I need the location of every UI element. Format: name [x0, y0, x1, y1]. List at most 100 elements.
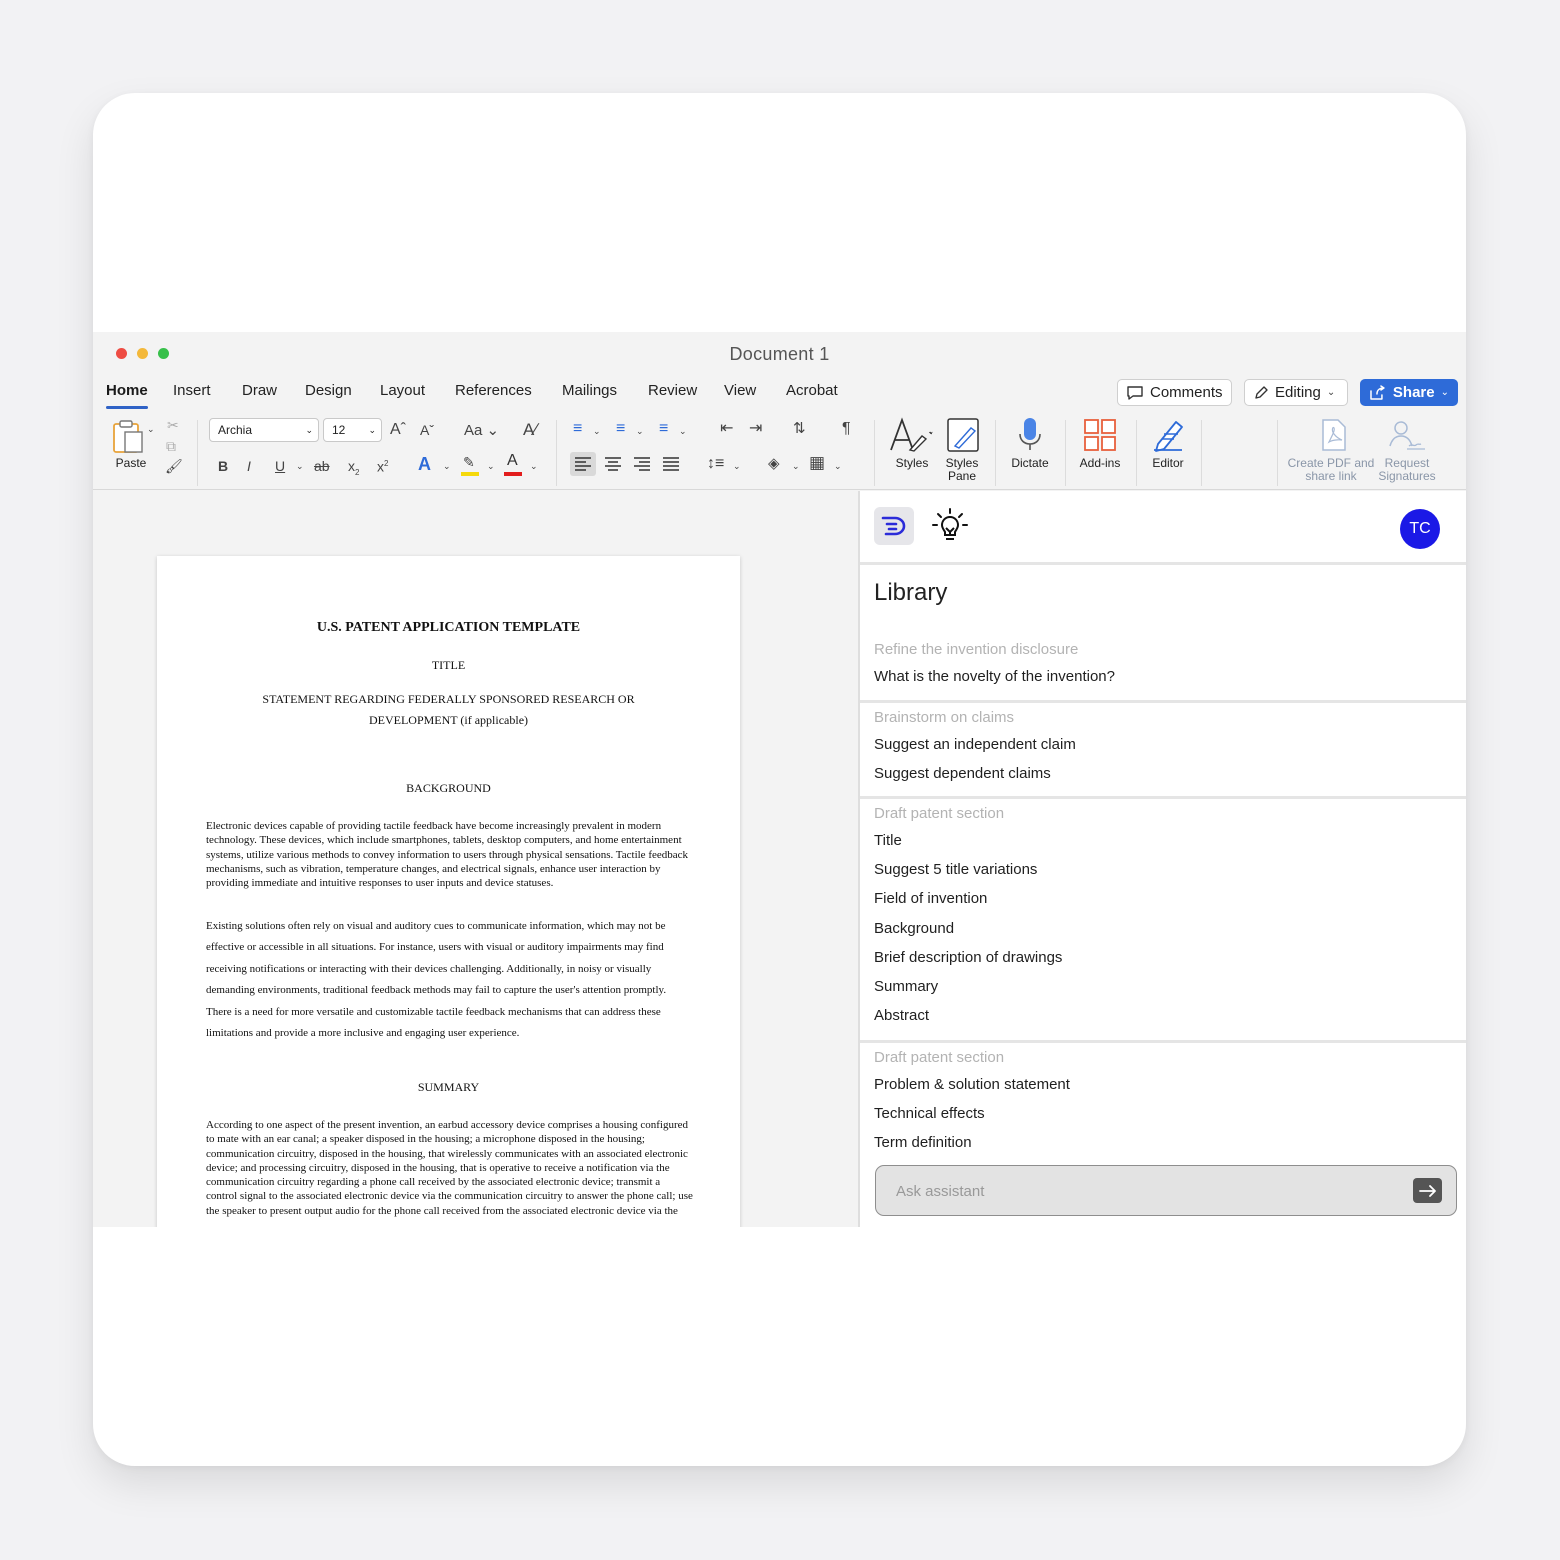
comments-label: Comments: [1150, 384, 1223, 401]
line-spacing-icon[interactable]: ↕≡: [707, 455, 724, 473]
doc-paragraph: Existing solutions often rely on visual …: [206, 920, 667, 1040]
tab-design[interactable]: Design: [305, 382, 352, 399]
avatar[interactable]: TC: [1400, 509, 1440, 549]
chevron-down-icon[interactable]: ⌄: [530, 457, 538, 475]
library-item[interactable]: What is the novelty of the invention?: [874, 668, 1115, 685]
library-item[interactable]: Abstract: [874, 1007, 929, 1024]
section-claims: Brainstorm on claims Suggest an independ…: [860, 703, 1466, 799]
tab-draw[interactable]: Draw: [242, 382, 277, 399]
chevron-down-icon[interactable]: ⌄: [792, 457, 800, 475]
library-item[interactable]: Problem & solution statement: [874, 1076, 1070, 1093]
share-icon: [1370, 384, 1385, 400]
library-item[interactable]: Field of invention: [874, 890, 987, 907]
library-item[interactable]: Technical effects: [874, 1105, 985, 1122]
section-refine: Refine the invention disclosure What is …: [860, 621, 1466, 703]
addins-button[interactable]: [1083, 416, 1117, 456]
font-name-select[interactable]: Archia ⌄: [209, 418, 319, 442]
create-pdf-button[interactable]: [1318, 418, 1352, 454]
cut-icon[interactable]: ✂: [167, 416, 179, 434]
pdf-file-icon: [1322, 419, 1346, 451]
italic-icon[interactable]: I: [247, 457, 251, 475]
library-item[interactable]: Suggest an independent claim: [874, 736, 1076, 753]
chevron-down-icon[interactable]: ⌄: [296, 457, 304, 475]
section-heading: Draft patent section: [874, 1049, 1005, 1066]
decrease-indent-icon[interactable]: ⇤: [720, 420, 733, 438]
dictate-button[interactable]: [1013, 416, 1047, 456]
tab-references[interactable]: References: [455, 382, 532, 399]
copy-icon[interactable]: ⧉: [166, 437, 176, 455]
chevron-down-icon[interactable]: ⌄: [927, 422, 935, 440]
tab-view[interactable]: View: [724, 382, 756, 399]
library-item[interactable]: Background: [874, 920, 954, 937]
tab-layout[interactable]: Layout: [380, 382, 425, 399]
bold-icon[interactable]: B: [218, 457, 228, 475]
align-left-button[interactable]: [570, 452, 596, 476]
tab-mailings[interactable]: Mailings: [562, 382, 617, 399]
superscript-icon[interactable]: x2: [377, 455, 388, 476]
highlight-icon[interactable]: ✎: [461, 454, 479, 476]
multilevel-list-icon[interactable]: ≡: [659, 420, 668, 438]
chevron-down-icon[interactable]: ⌄: [443, 457, 451, 475]
editor-button[interactable]: [1150, 416, 1188, 456]
doc-paragraph: Electronic devices capable of providing …: [206, 820, 689, 890]
increase-indent-icon[interactable]: ⇥: [749, 420, 762, 438]
borders-icon[interactable]: ▦: [809, 454, 825, 472]
shrink-font-icon[interactable]: Aˇ: [420, 421, 434, 439]
grow-font-icon[interactable]: Aˆ: [390, 421, 406, 439]
sort-icon[interactable]: ⇅: [793, 420, 806, 438]
editing-mode-button[interactable]: Editing ⌄: [1244, 379, 1348, 406]
text-effects-icon[interactable]: A: [418, 455, 431, 473]
request-signatures-button[interactable]: [1387, 418, 1427, 454]
section-heading: Refine the invention disclosure: [874, 641, 1079, 658]
library-title: Library: [874, 579, 948, 606]
chevron-down-icon[interactable]: ⌄: [487, 457, 495, 475]
pencil-icon: [1255, 385, 1268, 399]
document-canvas[interactable]: U.S. PATENT APPLICATION TEMPLATE TITLE S…: [93, 491, 858, 1227]
align-left-icon: [575, 457, 591, 471]
section-heading: Brainstorm on claims: [874, 709, 1015, 726]
change-case-icon[interactable]: Aa ⌄: [464, 422, 499, 440]
chevron-down-icon[interactable]: ⌄: [679, 422, 687, 440]
font-size-select[interactable]: 12 ⌄: [323, 418, 382, 442]
word-window: Document 1 Home Insert Draw Design Layou…: [93, 332, 1466, 1227]
tab-review[interactable]: Review: [648, 382, 697, 399]
align-right-icon[interactable]: [633, 457, 651, 471]
lightbulb-icon[interactable]: [932, 508, 968, 544]
comments-button[interactable]: Comments: [1117, 379, 1232, 406]
library-item[interactable]: Brief description of drawings: [874, 949, 1062, 966]
library-item[interactable]: Suggest 5 title variations: [874, 861, 1037, 878]
library-item[interactable]: Summary: [874, 978, 938, 995]
assistant-logo-button[interactable]: [874, 507, 914, 545]
tab-insert[interactable]: Insert: [173, 382, 211, 399]
section-heading: Draft patent section: [874, 805, 1005, 822]
share-button[interactable]: Share ⌄: [1360, 379, 1458, 406]
library-item[interactable]: Title: [874, 832, 902, 849]
chevron-down-icon[interactable]: ⌄: [834, 457, 842, 475]
signature-icon: [1389, 421, 1425, 450]
create-pdf-label: Create PDF and share link: [1287, 456, 1375, 483]
chevron-down-icon[interactable]: ⌄: [733, 457, 741, 475]
chevron-down-icon[interactable]: ⌄: [636, 422, 644, 440]
justify-icon[interactable]: [662, 457, 680, 471]
send-button[interactable]: [1413, 1178, 1442, 1203]
styles-label: Styles: [895, 456, 929, 470]
tab-acrobat[interactable]: Acrobat: [786, 382, 838, 399]
styles-pane-button[interactable]: [943, 416, 983, 460]
show-formatting-icon[interactable]: ¶: [842, 420, 851, 438]
tab-home[interactable]: Home: [106, 382, 148, 409]
align-center-icon[interactable]: [604, 457, 622, 471]
strikethrough-icon[interactable]: ab: [314, 457, 330, 475]
bullets-icon[interactable]: ≡: [573, 420, 582, 438]
subscript-icon[interactable]: x2: [348, 457, 359, 482]
library-item[interactable]: Term definition: [874, 1134, 972, 1151]
document-page[interactable]: U.S. PATENT APPLICATION TEMPLATE TITLE S…: [157, 556, 740, 1227]
underline-icon[interactable]: U: [275, 457, 285, 475]
library-item[interactable]: Suggest dependent claims: [874, 765, 1051, 782]
numbering-icon[interactable]: ≡: [616, 420, 625, 438]
chevron-down-icon[interactable]: ⌄: [593, 422, 601, 440]
clear-formatting-icon[interactable]: A∕: [523, 421, 537, 439]
shading-icon[interactable]: ◈: [768, 455, 780, 473]
format-painter-icon[interactable]: 🖌: [165, 457, 183, 475]
ask-assistant-input[interactable]: [896, 1179, 1376, 1203]
font-color-icon[interactable]: A: [504, 452, 522, 476]
